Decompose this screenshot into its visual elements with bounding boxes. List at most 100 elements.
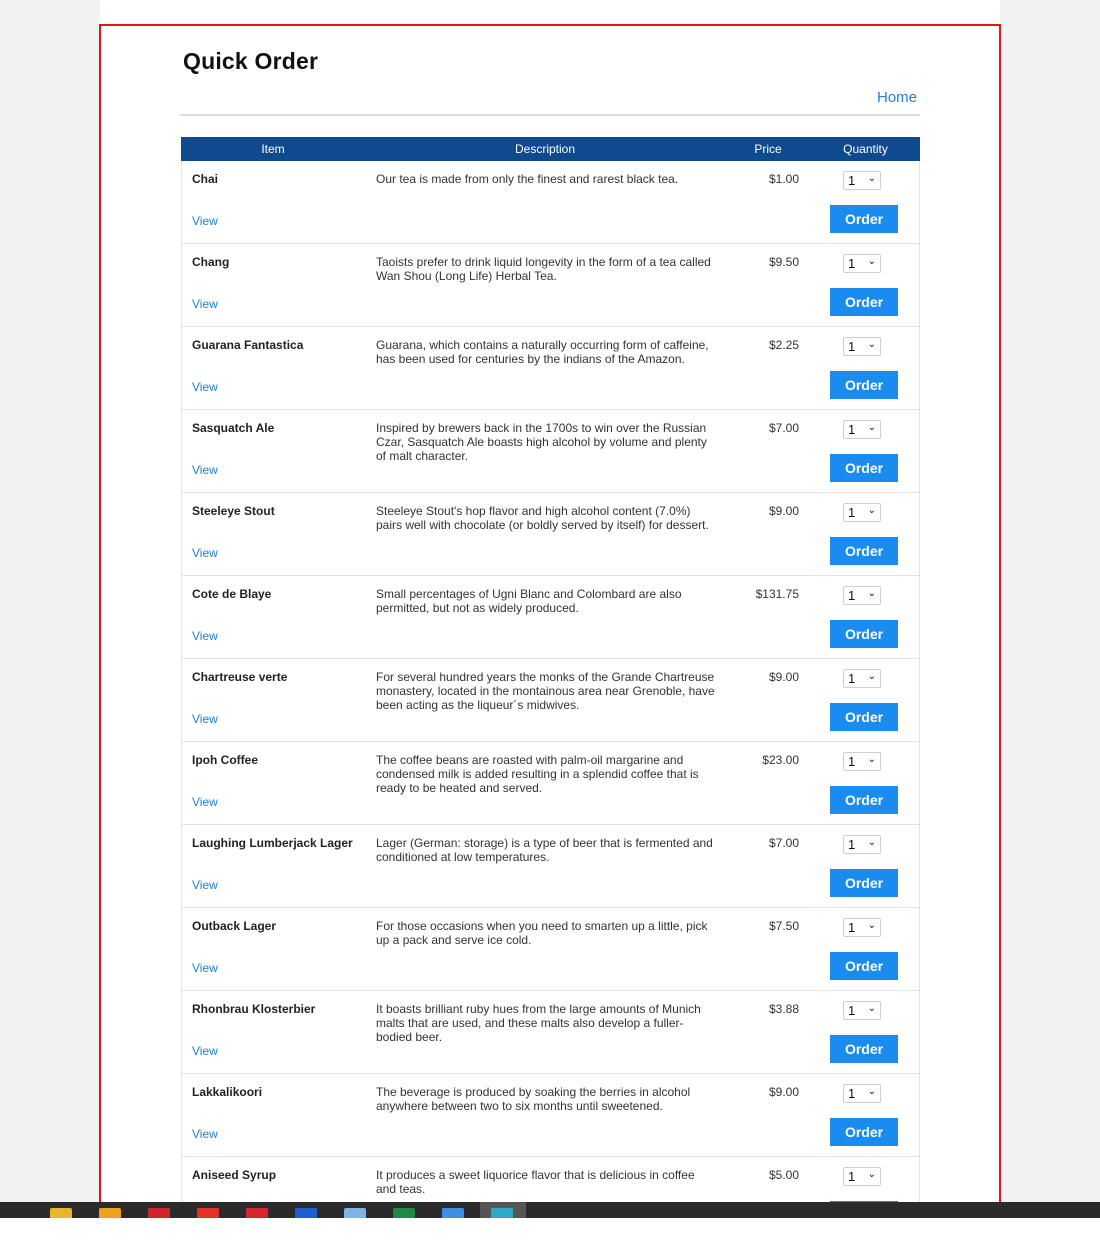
item-price: $2.25 <box>768 338 799 352</box>
table-row: Laughing Lumberjack Lager View Lager (Germ… <box>181 825 920 908</box>
chevron-down-icon: ⌄ <box>867 588 876 599</box>
order-button[interactable]: Order <box>830 1118 898 1146</box>
chevron-down-icon: ⌄ <box>867 754 876 765</box>
item-description: Lager (German: storage) is a type of bee… <box>376 836 713 864</box>
quantity-value: 1 <box>848 1169 856 1184</box>
item-price: $7.00 <box>768 421 799 435</box>
order-button[interactable]: Order <box>830 537 898 565</box>
view-link[interactable]: View <box>192 712 218 726</box>
view-link[interactable]: View <box>192 380 218 394</box>
chrome-icon[interactable] <box>197 1208 219 1218</box>
item-price: $9.00 <box>768 1085 799 1099</box>
quantity-value: 1 <box>848 920 856 935</box>
quantity-value: 1 <box>848 339 856 354</box>
cloud-icon[interactable] <box>344 1208 366 1218</box>
quantity-select[interactable]: 1 ⌄ <box>843 669 881 688</box>
quantity-select[interactable]: 1 ⌄ <box>843 503 881 522</box>
order-button[interactable]: Order <box>830 371 898 399</box>
home-link[interactable]: Home <box>877 89 917 106</box>
header-price: Price <box>754 142 782 156</box>
quantity-select[interactable]: 1 ⌄ <box>843 1084 881 1103</box>
item-name: Chang <box>192 255 230 269</box>
view-link[interactable]: View <box>192 1044 218 1058</box>
order-button[interactable]: Order <box>830 205 898 233</box>
teams-icon[interactable] <box>295 1208 317 1218</box>
quantity-select[interactable]: 1 ⌄ <box>843 254 881 273</box>
taskbar <box>0 1202 1100 1218</box>
quantity-value: 1 <box>848 173 856 188</box>
app-red-icon[interactable] <box>246 1208 268 1218</box>
order-button[interactable]: Order <box>830 620 898 648</box>
quantity-value: 1 <box>848 256 856 271</box>
chevron-down-icon: ⌄ <box>867 256 876 267</box>
item-description: Taoists prefer to drink liquid longevity… <box>376 255 711 283</box>
item-description: It boasts brilliant ruby hues from the l… <box>376 1002 701 1044</box>
item-name: Rhonbrau Klosterbier <box>192 1002 316 1016</box>
below-taskbar-area <box>0 1218 1100 1243</box>
chevron-down-icon: ⌄ <box>867 1086 876 1097</box>
item-name: Steeleye Stout <box>192 504 275 518</box>
browser-icon[interactable] <box>491 1208 513 1218</box>
chevron-down-icon: ⌄ <box>867 837 876 848</box>
view-link[interactable]: View <box>192 795 218 809</box>
quantity-select[interactable]: 1 ⌄ <box>843 420 881 439</box>
quantity-select[interactable]: 1 ⌄ <box>843 752 881 771</box>
item-name: Lakkalikoori <box>192 1085 263 1099</box>
app-blue-icon[interactable] <box>442 1208 464 1218</box>
mail-icon[interactable] <box>148 1208 170 1218</box>
order-button[interactable]: Order <box>830 786 898 814</box>
quantity-select[interactable]: 1 ⌄ <box>843 586 881 605</box>
item-description: For those occasions when you need to sma… <box>376 919 708 947</box>
view-link[interactable]: View <box>192 961 218 975</box>
chevron-down-icon: ⌄ <box>867 173 876 184</box>
view-link[interactable]: View <box>192 463 218 477</box>
item-price: $1.00 <box>768 172 799 186</box>
quantity-select[interactable]: 1 ⌄ <box>843 835 881 854</box>
item-price: $23.00 <box>762 753 799 767</box>
table-row: Ipoh Coffee View The coffee beans are roas… <box>181 742 920 825</box>
order-button[interactable]: Order <box>830 952 898 980</box>
item-description: Our tea is made from only the finest and… <box>376 172 679 186</box>
header-quantity: Quantity <box>843 142 888 156</box>
chevron-down-icon: ⌄ <box>867 1003 876 1014</box>
chevron-down-icon: ⌄ <box>867 1169 876 1180</box>
item-price: $7.00 <box>768 836 799 850</box>
order-button[interactable]: Order <box>830 703 898 731</box>
table-row: Chartreuse verte View For several hundred … <box>181 659 920 742</box>
header-item: Item <box>261 142 285 156</box>
calendar-icon[interactable] <box>99 1208 121 1218</box>
quantity-select[interactable]: 1 ⌄ <box>843 918 881 937</box>
header-description: Description <box>514 142 576 156</box>
item-price: $3.88 <box>768 1002 799 1016</box>
view-link[interactable]: View <box>192 297 218 311</box>
quantity-value: 1 <box>848 671 856 686</box>
item-price: $7.50 <box>768 919 799 933</box>
order-button[interactable]: Order <box>830 869 898 897</box>
excel-icon[interactable] <box>393 1208 415 1218</box>
table-body: Chai View Our tea is made from only the fi… <box>181 161 920 1240</box>
view-link[interactable]: View <box>192 214 218 228</box>
item-description: Inspired by brewers back in the 1700s to… <box>376 421 707 463</box>
view-link[interactable]: View <box>192 546 218 560</box>
view-link[interactable]: View <box>192 878 218 892</box>
quantity-value: 1 <box>848 1003 856 1018</box>
view-link[interactable]: View <box>192 1127 218 1141</box>
table-row: Outback Lager View For those occasions whe… <box>181 908 920 991</box>
quantity-select[interactable]: 1 ⌄ <box>843 1167 881 1186</box>
item-price: $9.00 <box>768 504 799 518</box>
quantity-value: 1 <box>848 1086 856 1101</box>
item-name: Chai <box>192 172 219 186</box>
view-link[interactable]: View <box>192 629 218 643</box>
file-explorer-icon[interactable] <box>50 1208 72 1218</box>
order-button[interactable]: Order <box>830 288 898 316</box>
order-button[interactable]: Order <box>830 454 898 482</box>
item-name: Outback Lager <box>192 919 277 933</box>
quantity-select[interactable]: 1 ⌄ <box>843 1001 881 1020</box>
item-name: Chartreuse verte <box>192 670 288 684</box>
item-name: Cote de Blaye <box>192 587 272 601</box>
quantity-select[interactable]: 1 ⌄ <box>843 171 881 190</box>
table-row: Rhonbrau Klosterbier View It boasts brilli… <box>181 991 920 1074</box>
table-row: Lakkalikoori View The beverage is produced… <box>181 1074 920 1157</box>
order-button[interactable]: Order <box>830 1035 898 1063</box>
quantity-select[interactable]: 1 ⌄ <box>843 337 881 356</box>
